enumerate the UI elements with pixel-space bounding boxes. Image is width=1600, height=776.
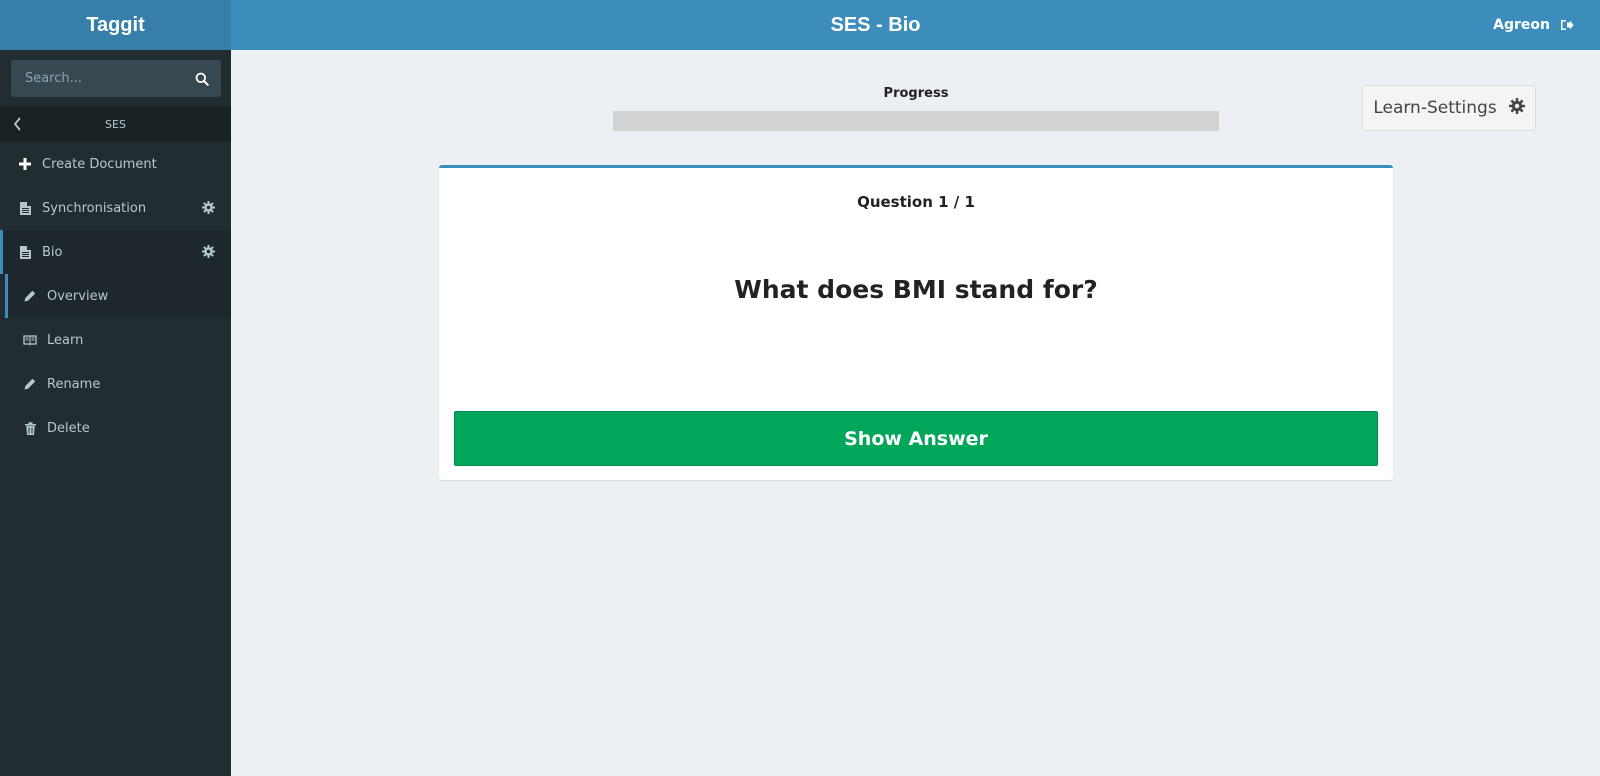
plus-icon xyxy=(17,158,33,170)
app-logo[interactable]: Taggit xyxy=(0,0,231,50)
sidebar-item-label: Synchronisation xyxy=(42,200,147,216)
book-icon xyxy=(22,334,38,346)
search-icon[interactable] xyxy=(195,71,209,90)
progress-label: Progress xyxy=(883,86,949,101)
page-title: SES - Bio xyxy=(830,14,921,36)
document-icon xyxy=(17,245,33,259)
sidebar: SES Create Document Synchronisation Bio xyxy=(0,50,231,776)
sidebar-item-learn[interactable]: Learn xyxy=(0,318,231,362)
trash-icon xyxy=(22,421,38,435)
sidebar-item-label: Overview xyxy=(47,288,109,304)
gear-icon[interactable] xyxy=(202,201,215,218)
breadcrumb-label: SES xyxy=(105,117,126,131)
sidebar-item-overview[interactable]: Overview xyxy=(5,274,231,318)
sidebar-item-synchronisation[interactable]: Synchronisation xyxy=(0,186,231,230)
question-text: What does BMI stand for? xyxy=(734,275,1098,304)
pencil-icon xyxy=(22,290,38,302)
sidebar-item-label: Rename xyxy=(47,376,101,392)
sidebar-item-create-document[interactable]: Create Document xyxy=(0,142,231,186)
gear-icon xyxy=(1508,97,1525,119)
sidebar-item-rename[interactable]: Rename xyxy=(0,362,231,406)
sidebar-item-delete[interactable]: Delete xyxy=(0,406,231,450)
sidebar-menu: Create Document Synchronisation Bio xyxy=(0,142,231,274)
learn-settings-label: Learn-Settings xyxy=(1373,98,1497,118)
progress-bar xyxy=(613,111,1219,131)
user-menu[interactable]: Agreon xyxy=(1493,0,1574,50)
breadcrumb: SES xyxy=(0,106,231,142)
document-icon xyxy=(17,201,33,215)
sign-out-icon[interactable] xyxy=(1560,19,1574,31)
question-counter: Question 1 / 1 xyxy=(857,193,975,211)
gear-icon[interactable] xyxy=(202,245,215,262)
question-card: Question 1 / 1 What does BMI stand for? … xyxy=(439,165,1393,480)
document-submenu: Overview Learn Rename Delete xyxy=(0,274,231,450)
show-answer-button[interactable]: Show Answer xyxy=(454,411,1378,466)
search-box xyxy=(11,60,221,97)
search-input[interactable] xyxy=(11,60,221,97)
sidebar-item-label: Create Document xyxy=(42,156,157,172)
sidebar-item-label: Delete xyxy=(47,420,90,436)
sidebar-item-label: Bio xyxy=(42,244,63,260)
top-header: Taggit SES - Bio Agreon xyxy=(0,0,1600,50)
chevron-left-icon[interactable] xyxy=(12,116,22,136)
user-name: Agreon xyxy=(1493,17,1550,33)
learn-settings-button[interactable]: Learn-Settings xyxy=(1362,85,1536,131)
sidebar-item-bio[interactable]: Bio xyxy=(0,230,231,274)
sidebar-item-label: Learn xyxy=(47,332,84,348)
pencil-icon xyxy=(22,378,38,390)
